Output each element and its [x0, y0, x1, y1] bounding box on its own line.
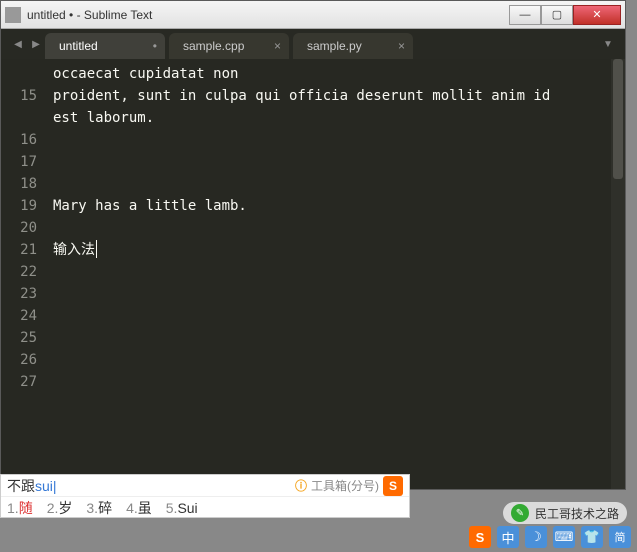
line-number: 26	[1, 349, 37, 371]
ime-cursor: |	[53, 478, 57, 494]
ime-status-bar: S 中 ☽ ⌨ 👕 简	[469, 526, 631, 548]
candidate-word: 碎	[98, 500, 112, 516]
watermark: ✎ 民工哥技术之路	[503, 502, 627, 524]
sogou-logo-icon[interactable]: S	[383, 476, 403, 496]
scrollbar-thumb[interactable]	[613, 59, 623, 179]
tab-sample-py[interactable]: sample.py ×	[293, 33, 413, 59]
vertical-scrollbar[interactable]	[611, 59, 625, 489]
ime-toolbox-label: 工具箱(分号)	[311, 477, 379, 494]
watermark-icon: ✎	[511, 504, 529, 522]
ime-prefix: 不跟	[7, 478, 35, 494]
person-icon[interactable]: 👕	[581, 526, 603, 548]
line-number	[1, 63, 37, 85]
code-line[interactable]	[53, 327, 617, 349]
line-number: 15	[1, 85, 37, 107]
line-number: 23	[1, 283, 37, 305]
line-number: 21	[1, 239, 37, 261]
window-title: untitled • - Sublime Text	[27, 8, 509, 22]
code-line[interactable]: occaecat cupidatat non	[53, 63, 617, 85]
line-number: 16	[1, 129, 37, 151]
lang-cn-icon[interactable]: 中	[497, 526, 519, 548]
line-number: 19	[1, 195, 37, 217]
candidate-number: 1.	[7, 500, 19, 516]
code-line[interactable]	[53, 371, 617, 393]
tab-untitled[interactable]: untitled •	[45, 33, 165, 59]
code-line[interactable]	[53, 305, 617, 327]
line-number	[1, 107, 37, 129]
tab-label: sample.cpp	[183, 39, 244, 53]
tab-label: untitled	[59, 39, 98, 53]
candidate-number: 4.	[126, 500, 138, 516]
close-button[interactable]: ✕	[573, 5, 621, 25]
ime-panel: 不跟sui| ⓘ 工具箱(分号) S 1.随 2.岁 3.碎 4.虽 5.Sui	[0, 474, 410, 518]
simplified-icon[interactable]: 简	[609, 526, 631, 548]
window-controls: — ▢ ✕	[509, 5, 621, 25]
tab-menu-icon[interactable]: ▼	[599, 29, 617, 59]
text-cursor	[96, 240, 97, 258]
code-line[interactable]: 输入法	[53, 239, 617, 261]
tab-nav-next-icon[interactable]: ▶	[27, 29, 45, 59]
code-line[interactable]	[53, 173, 617, 195]
code-line[interactable]: Mary has a little lamb.	[53, 195, 617, 217]
ime-candidate[interactable]: 2.岁	[47, 498, 73, 518]
minimize-button[interactable]: —	[509, 5, 541, 25]
ime-composition: 不跟sui|	[7, 476, 57, 496]
sogou-icon[interactable]: S	[469, 526, 491, 548]
line-number: 25	[1, 327, 37, 349]
moon-icon[interactable]: ☽	[525, 526, 547, 548]
ime-candidate[interactable]: 3.碎	[86, 498, 112, 518]
code-line[interactable]	[53, 217, 617, 239]
titlebar[interactable]: untitled • - Sublime Text — ▢ ✕	[1, 1, 625, 29]
editor-area[interactable]: 15 161718192021222324252627 occaecat cupi…	[1, 59, 625, 489]
ime-candidate[interactable]: 4.虽	[126, 498, 152, 518]
candidate-word: Sui	[177, 500, 197, 516]
candidate-word: 虽	[138, 500, 152, 516]
candidate-word: 岁	[58, 500, 72, 516]
line-number: 17	[1, 151, 37, 173]
app-icon	[5, 7, 21, 23]
code-line[interactable]: est laborum.	[53, 107, 617, 129]
candidate-number: 3.	[86, 500, 98, 516]
ime-candidates-row: 1.随 2.岁 3.碎 4.虽 5.Sui	[1, 497, 409, 519]
tabs-container: untitled • sample.cpp × sample.py ×	[45, 29, 599, 59]
line-number: 24	[1, 305, 37, 327]
app-window: untitled • - Sublime Text — ▢ ✕ ◀ ▶ unti…	[0, 0, 626, 490]
code-line[interactable]	[53, 349, 617, 371]
candidate-number: 5.	[166, 500, 178, 516]
ime-candidate[interactable]: 1.随	[7, 498, 33, 518]
tab-sample-cpp[interactable]: sample.cpp ×	[169, 33, 289, 59]
info-icon: ⓘ	[295, 477, 307, 494]
watermark-text: 民工哥技术之路	[535, 505, 619, 522]
ime-candidate[interactable]: 5.Sui	[166, 500, 198, 516]
tab-bar: ◀ ▶ untitled • sample.cpp × sample.py × …	[1, 29, 625, 59]
code-line[interactable]: proident, sunt in culpa qui officia dese…	[53, 85, 617, 107]
ime-input-row: 不跟sui| ⓘ 工具箱(分号) S	[1, 475, 409, 497]
ime-pinyin: sui	[35, 478, 53, 494]
line-number: 27	[1, 371, 37, 393]
code-line[interactable]	[53, 151, 617, 173]
code-line[interactable]	[53, 283, 617, 305]
line-number: 18	[1, 173, 37, 195]
line-gutter: 15 161718192021222324252627	[1, 59, 45, 489]
tab-close-icon[interactable]: ×	[398, 39, 405, 53]
maximize-button[interactable]: ▢	[541, 5, 573, 25]
tab-nav-prev-icon[interactable]: ◀	[9, 29, 27, 59]
code-line[interactable]	[53, 261, 617, 283]
keyboard-icon[interactable]: ⌨	[553, 526, 575, 548]
ime-toolbox[interactable]: ⓘ 工具箱(分号)	[295, 477, 379, 494]
line-number: 20	[1, 217, 37, 239]
candidate-word: 随	[19, 500, 33, 516]
tab-label: sample.py	[307, 39, 362, 53]
line-number: 22	[1, 261, 37, 283]
code-line[interactable]	[53, 129, 617, 151]
code-content[interactable]: occaecat cupidatat nonproident, sunt in …	[45, 59, 625, 489]
candidate-number: 2.	[47, 500, 59, 516]
tab-close-icon[interactable]: ×	[274, 39, 281, 53]
tab-dirty-icon[interactable]: •	[153, 39, 157, 53]
